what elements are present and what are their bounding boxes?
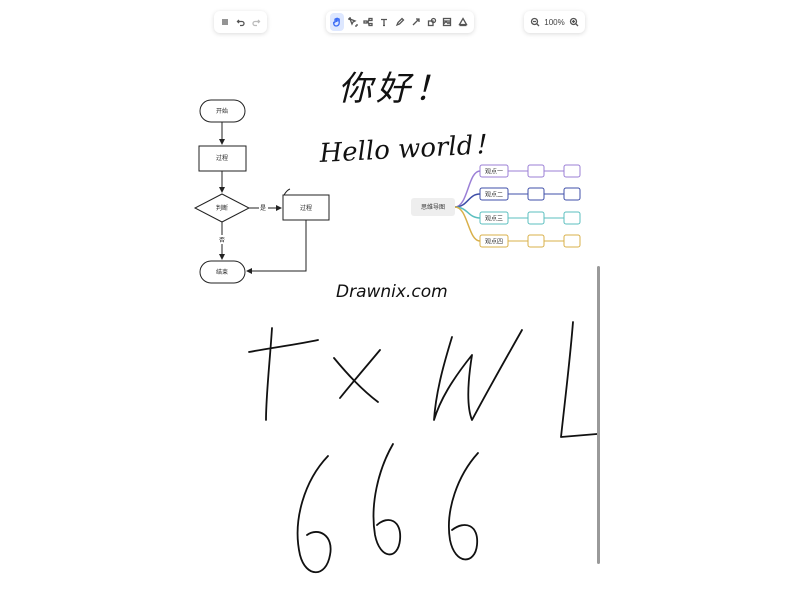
flowchart-yes-label: 是 <box>260 205 266 212</box>
flowchart-start-label: 开始 <box>216 107 228 115</box>
mindmap-branch-label: 观点四 <box>485 238 503 246</box>
pen-stroke[interactable] <box>283 188 291 196</box>
mindmap-root-label: 思维导图 <box>421 203 445 211</box>
pen-stroke-x[interactable] <box>333 349 381 403</box>
pen-stroke-t[interactable] <box>248 327 319 421</box>
pen-stroke-6[interactable] <box>296 455 332 573</box>
flowchart-decision-label: 判断 <box>216 204 228 212</box>
handwritten-site[interactable]: Drawnix.com <box>336 282 448 302</box>
handwritten-nihao[interactable]: 你好！ <box>338 69 452 109</box>
mindmap-branch-label: 观点二 <box>485 191 503 199</box>
pen-stroke-w[interactable] <box>433 329 523 421</box>
handwritten-hello[interactable]: Hello world！ <box>318 130 500 169</box>
vertical-scrollbar[interactable] <box>597 266 600 564</box>
flowchart-end-label: 结束 <box>216 268 228 276</box>
pen-stroke-L[interactable] <box>560 321 598 438</box>
pen-stroke-6[interactable] <box>448 452 479 561</box>
flowchart[interactable]: 开始 过程 判断 是 过程 否 结束 <box>193 99 330 284</box>
mindmap-branch-label: 观点三 <box>485 215 503 223</box>
drawing-canvas[interactable]: 开始 过程 判断 是 过程 否 结束 思维导图 观点一 观点二 观点三 观点四 … <box>0 0 800 601</box>
mindmap[interactable]: 思维导图 观点一 观点二 观点三 观点四 <box>411 164 581 248</box>
flowchart-process2-label: 过程 <box>300 204 312 212</box>
mindmap-branch-label: 观点一 <box>485 168 503 176</box>
flowchart-process-label: 过程 <box>216 154 228 162</box>
flowchart-no-label: 否 <box>219 237 225 244</box>
flowchart-connector[interactable] <box>246 220 307 274</box>
pen-stroke-6[interactable] <box>372 443 401 556</box>
handwriting[interactable]: 你好！ Hello world！ Drawnix.com <box>248 69 598 573</box>
